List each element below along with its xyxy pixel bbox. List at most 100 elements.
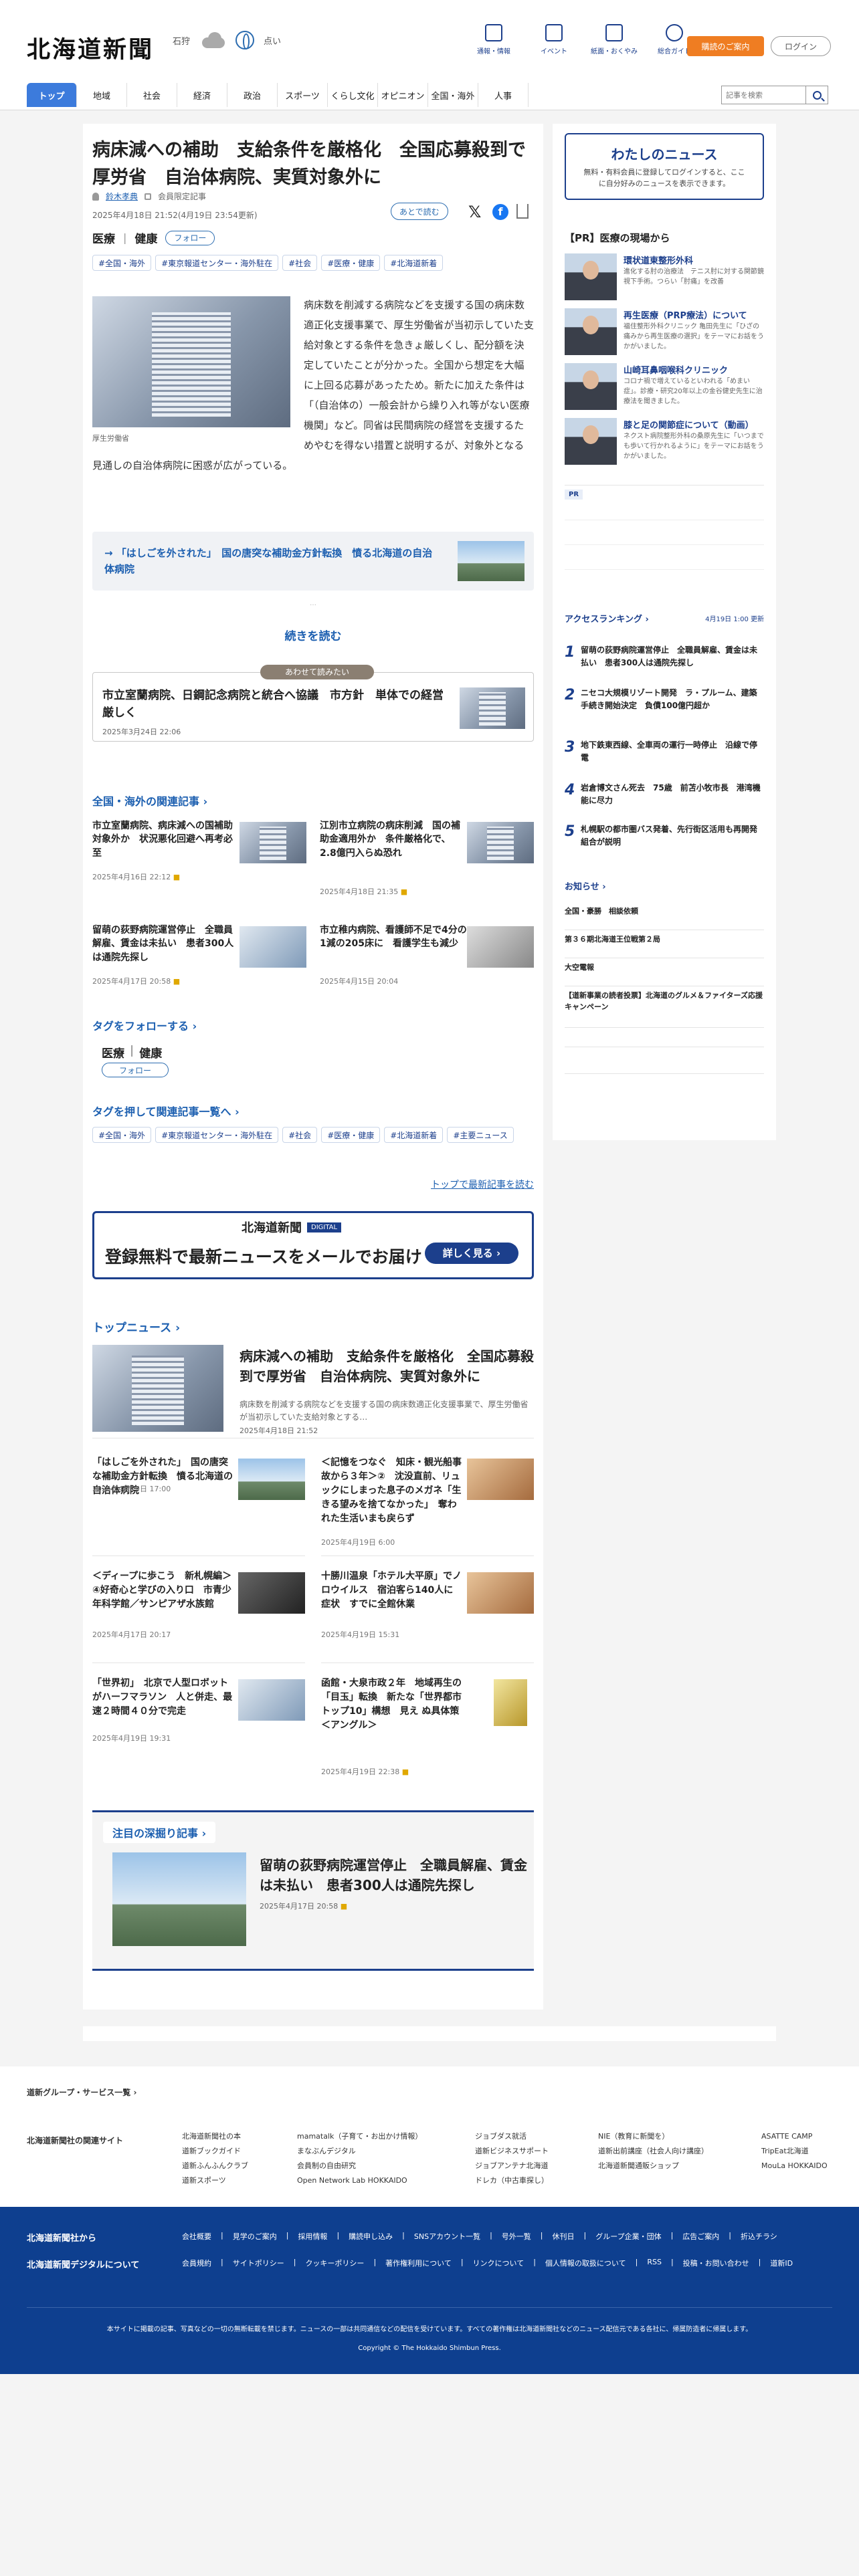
read-later-button[interactable]: あとで読む [391, 203, 448, 220]
article-thumb [238, 1572, 305, 1614]
search-button[interactable] [805, 86, 828, 104]
notice-item[interactable]: 全国・豪勝 相談依頼 [565, 906, 764, 930]
main-column: 病床減への補助 支給条件を厳格化 全国応募殺到で厚労省 自治体病院、実質対象外に… [83, 124, 543, 2010]
related-link-text: → 「はしごを外された」 国の唐突な補助金方針転換 憤る北海道の自治体病院 [104, 547, 433, 575]
ranking-item[interactable]: 4 岩倉博文さん死去 75歳 前苫小牧市長 港湾機能に尽力 [565, 780, 764, 822]
nav-sports[interactable]: スポーツ [278, 83, 328, 107]
digital-label: 北海道新聞デジタルについて [27, 2260, 140, 2270]
chip[interactable]: #社会 [282, 255, 318, 271]
national-section-title[interactable]: 全国・海外の関連記事 [92, 792, 207, 809]
nav-personnel[interactable]: 人事 [478, 83, 529, 107]
topnews-item[interactable]: 十勝川温泉「ホテル大平原」でノロウイルス 宿泊客ら140人に症状 すでに全館休業… [321, 1570, 534, 1663]
lead-photo [92, 1345, 223, 1432]
chip[interactable]: #東京報道センター・海外駐在 [155, 1127, 279, 1143]
site-logo[interactable]: 北海道新聞 [27, 31, 154, 65]
pr-badge: PR [565, 490, 583, 500]
topnews-item[interactable]: ＜記憶をつなぐ 知床・観光船事故から３年＞② 沈没直前、リュックにしまった息子の… [321, 1456, 534, 1556]
top-latest-link[interactable]: トップで最新記事を読む [400, 1178, 534, 1191]
topnews-item[interactable]: 「はしごを外された」 国の唐突な補助金方針転換 憤る北海道の自治体病院 2025年… [92, 1456, 305, 1556]
ranking-item[interactable]: 5 札幌駅の都市圏バス発着、先行街区活用も再開発組合が説明 [565, 822, 764, 863]
follow-button[interactable]: フォロー [102, 1063, 169, 1077]
banner-text: 登録無料で最新ニュースをメールでお届け [105, 1247, 422, 1267]
lock-icon: ■ [340, 1902, 348, 1911]
subscribe-button[interactable]: 購読のご案内 [687, 36, 764, 56]
notice-item[interactable]: 第３６期北海道王位戦第２局 [565, 934, 764, 958]
topnews-item[interactable]: 函館・大泉市政２年 地域再生の「目玉」転換 新たな「世界都市トップ10」構想 見… [321, 1677, 534, 1777]
pr-item[interactable]: 膝と足の関節症について（動画） ネクスト病院整形外科の桑原先生に「いつまでも歩いて… [565, 415, 764, 469]
notice-title[interactable]: お知らせ › [565, 879, 764, 892]
related-article[interactable]: 市立室蘭病院、病床減への国補助対象外か 状況悪化回避へ再考必至 2025年4月1… [92, 819, 306, 886]
related-article[interactable]: 江別市立病院の病床削減 国の補助金適用外か 条件厳格化で、2.8億円入らぬ恐れ … [320, 819, 534, 896]
deep-dive-title[interactable]: 注目の深掘り記事 › [103, 1822, 216, 1843]
chip[interactable]: #医療・健康 [321, 1127, 381, 1143]
deep-dive-item-title[interactable]: 留萌の荻野病院運営停止 全職員解雇、賃金は未払い 患者300人は通院先探し [260, 1855, 527, 1895]
search-input[interactable] [722, 86, 805, 104]
chip[interactable]: #東京報道センター・海外駐在 [155, 255, 279, 271]
lead-title: 病床減への補助 支給条件を厳格化 全国応募殺到で厚労省 自治体病院、実質対象外に [240, 1348, 534, 1384]
also-read-label: あわせて読みたい [260, 665, 374, 679]
topnews-lead[interactable]: 病床減への補助 支給条件を厳格化 全国応募殺到で厚労省 自治体病院、実質対象外に… [92, 1345, 534, 1438]
topnews-title[interactable]: トップニュース [92, 1318, 180, 1335]
notice-item[interactable]: 【道新事業の読者投票】北海道のグルメ＆ファイターズ応援キャンペーン [565, 990, 764, 1028]
weather-widget[interactable]: 石狩 点い [173, 31, 281, 49]
topnews-item[interactable]: ＜ディープに歩こう 新札幌編＞④好奇心と学びの入り口 市青少年科学館／サンピアザ… [92, 1570, 305, 1663]
pr-item[interactable]: 山崎耳鼻咽喉科クリニック コロナ禍で増えているといわれる「めまい症」。診療・研究2… [565, 360, 764, 414]
nav-society[interactable]: 社会 [127, 83, 177, 107]
nav-culture[interactable]: くらし文化 [328, 83, 378, 107]
pr-item[interactable]: 環状道東整形外科 進化する肘の治療法 テニス肘に対する関節鏡視下手術。つらい「肘痛… [565, 251, 764, 304]
related-article[interactable]: 市立稚内病院、看護師不足で4分の1減の205床に 看護学生も減少 2025年4月… [320, 924, 534, 990]
tag-name[interactable]: 医療 [92, 229, 115, 246]
tool-report[interactable]: 通報・情報 [468, 24, 519, 56]
lead-summary: 病床数を削減する病院などを支援する国の病床数適正化支援事業で、厚生労働省が当初示… [240, 1400, 529, 1422]
article-title: 病床減への補助 支給条件を厳格化 全国応募殺到で厚労省 自治体病院、実質対象外に [92, 140, 526, 188]
digital-links: 会員規約 | サイトポリシー | クッキーポリシー | 著作権利用について | リンクについて |… [182, 2258, 793, 2268]
facebook-share-icon[interactable]: f [492, 204, 508, 220]
tag-name[interactable]: 健康 [134, 229, 157, 246]
follow-button[interactable]: フォロー [165, 230, 215, 245]
ranking-item[interactable]: 3 地下鉄東西線、全車両の運行一時停止 沿線で停電 [565, 738, 764, 779]
ranking-item[interactable]: 2 ニセコ大規模リゾート開発 ラ・プルーム、建築手続き開始決定 負債100億円超か [565, 685, 764, 727]
tag-name[interactable]: 健康 [139, 1044, 162, 1061]
topnews-item[interactable]: 「世界初」 北京で人型ロボットがハーフマラソン 人と併走、最速２時間４０分で完走… [92, 1677, 305, 1777]
chip[interactable]: #北海道新着 [384, 1127, 444, 1143]
group-services-link[interactable]: 道新グループ・サービス一覧 › [27, 2086, 136, 2098]
sidebar: わたしのニュース 無料・有料会員に登録してログインすると、ここに自分好みのニュー… [553, 124, 776, 1140]
x-share-icon[interactable]: 𝕏 [468, 203, 481, 221]
article-byline: 鈴木孝典 会員限定記事 [92, 191, 206, 202]
nav-top[interactable]: トップ [27, 83, 77, 107]
site-header: 北海道新聞 石狩 点い 通報・情報 イベント 紙面・おくやみ 総合ガイド 購読の… [0, 0, 859, 110]
chip[interactable]: #主要ニュース [447, 1127, 514, 1143]
related-article[interactable]: 留萌の荻野病院運営停止 全職員解雇、賃金は未払い 患者300人は通院先探し 20… [92, 924, 306, 990]
site-col: 北海道新聞社の本 道新ブックガイド 道新ふんふんクラブ 道新スポーツ [182, 2132, 248, 2185]
tool-paper[interactable]: 紙面・おくやみ [589, 24, 640, 56]
chip[interactable]: #全国・海外 [92, 1127, 152, 1143]
ranking-time: 4月19日 1:00 更新 [705, 616, 764, 623]
share-icon[interactable] [516, 204, 529, 219]
lock-icon: ■ [173, 977, 181, 986]
newsletter-banner[interactable]: 北海道新聞 DIGITAL 登録無料で最新ニュースをメールでお届け 詳しく見る … [92, 1211, 534, 1279]
related-link-box[interactable]: → 「はしごを外された」 国の唐突な補助金方針転換 憤る北海道の自治体病院 [92, 532, 534, 591]
chip[interactable]: #社会 [282, 1127, 318, 1143]
tool-event[interactable]: イベント [529, 24, 579, 56]
my-news-box[interactable]: わたしのニュース 無料・有料会員に登録してログインすると、ここに自分好みのニュー… [565, 133, 764, 200]
nav-politics[interactable]: 政治 [227, 83, 278, 107]
nav-national[interactable]: 全国・海外 [428, 83, 478, 107]
pr-item[interactable]: 再生医療（PRP療法）について 福住整形外科クリニック 亀田先生に「ひざの痛みから… [565, 306, 764, 359]
also-read-box[interactable]: あわせて読みたい 市立室蘭病院、日鋼記念病院と統合へ協議 市方針 単体での経営厳… [92, 665, 534, 742]
notice-item[interactable]: 大空電報 [565, 962, 764, 986]
nav-opinion[interactable]: オピニオン [378, 83, 428, 107]
deep-dive-photo[interactable] [112, 1852, 246, 1946]
ranking-item[interactable]: 1 留萌の荻野病院運営停止 全職員解雇、賃金は未払い 患者300人は通院先探し [565, 643, 764, 684]
read-more-link[interactable]: 続きを読む [92, 627, 534, 643]
chip[interactable]: #北海道新着 [384, 255, 444, 271]
article-thumb [467, 1459, 534, 1500]
login-button[interactable]: ログイン [771, 36, 831, 56]
nav-economy[interactable]: 経済 [177, 83, 227, 107]
tag-name[interactable]: 医療 [102, 1044, 124, 1061]
chip[interactable]: #医療・健康 [321, 255, 381, 271]
chip[interactable]: #全国・海外 [92, 255, 152, 271]
ad-strip [83, 2026, 776, 2041]
banner-button[interactable]: 詳しく見る › [425, 1243, 518, 1264]
nav-region[interactable]: 地域 [77, 83, 127, 107]
author-link[interactable]: 鈴木孝典 [106, 191, 138, 202]
